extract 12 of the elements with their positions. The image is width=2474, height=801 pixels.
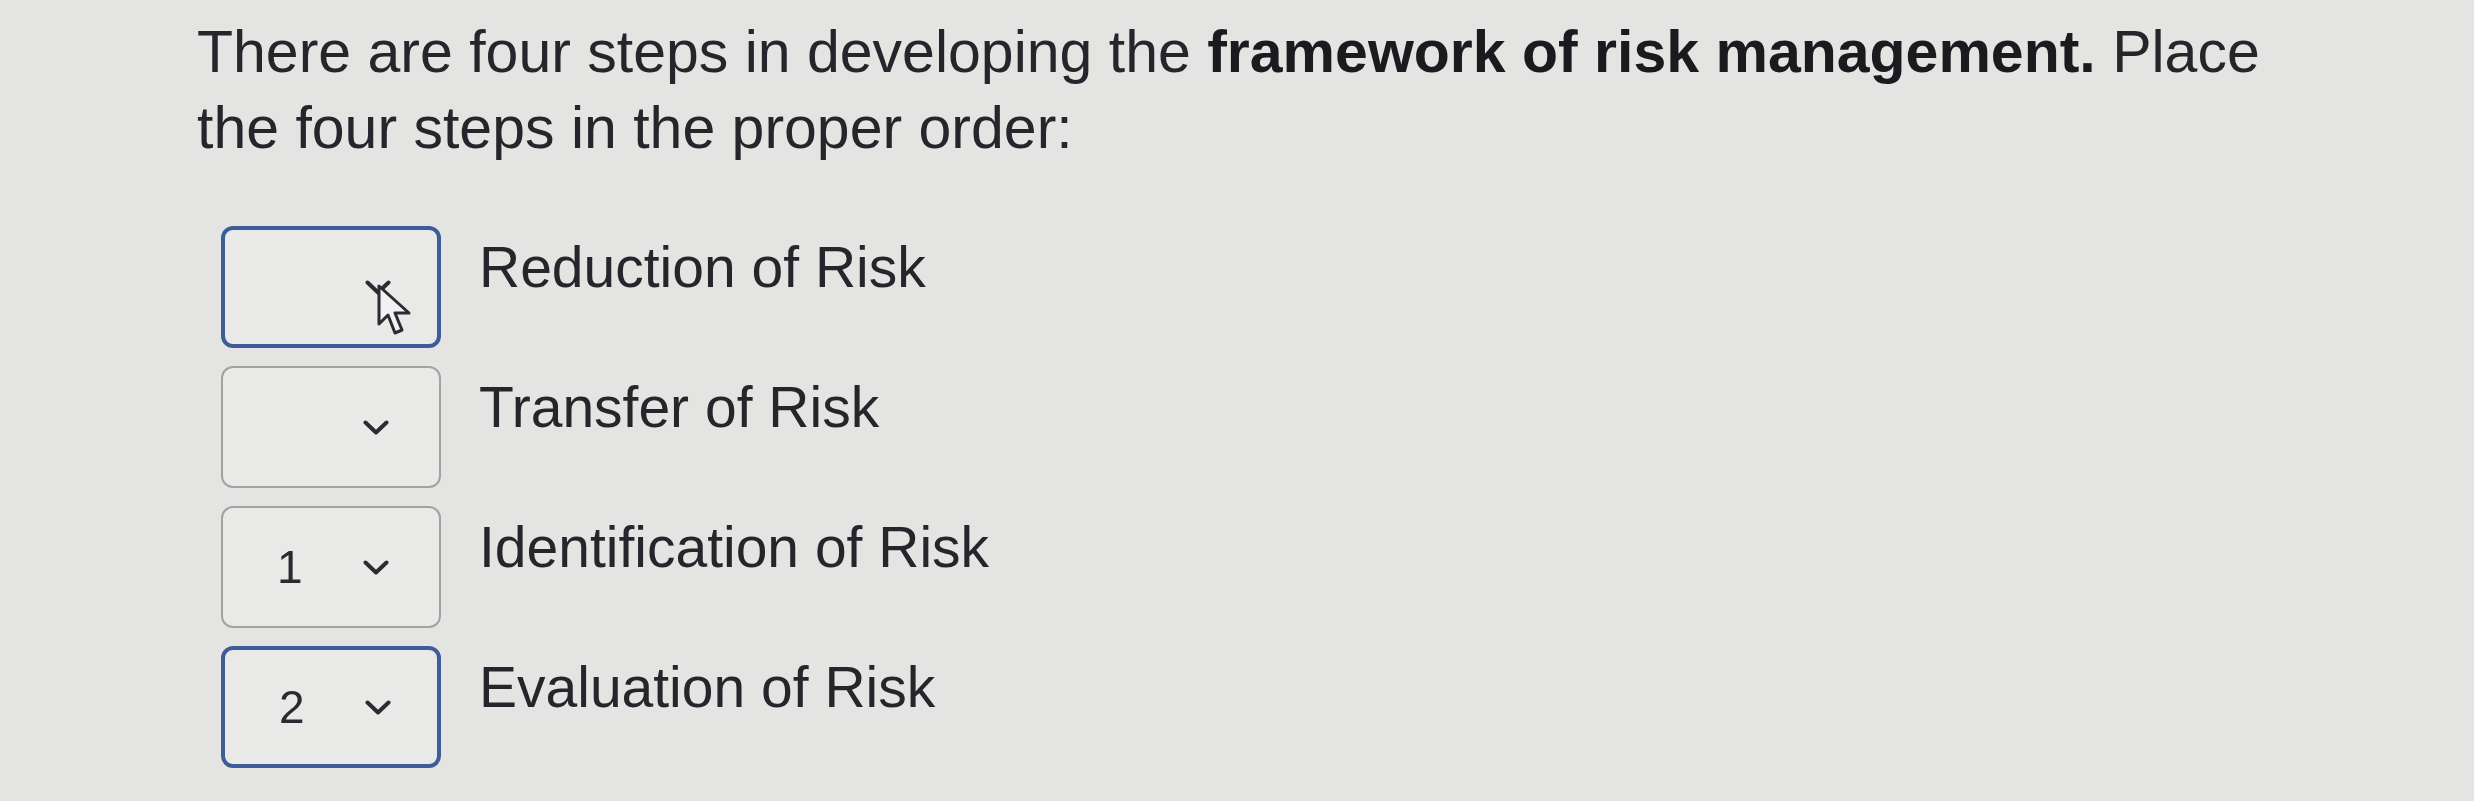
question-text: There are four steps in developing the framework of risk management. Place the four steps in the proper order: <box>197 18 2261 163</box>
chevron-down-icon <box>365 699 391 715</box>
step-label: Reduction of Risk <box>479 234 926 300</box>
step-label: Transfer of Risk <box>479 374 880 440</box>
order-dropdown[interactable]: 1 <box>221 506 441 628</box>
chevron-down-icon <box>365 279 391 295</box>
order-dropdown[interactable]: 2 <box>221 646 441 768</box>
step-label: Identification of Risk <box>479 514 990 580</box>
step-label: Evaluation of Risk <box>479 654 936 720</box>
order-dropdown[interactable] <box>221 226 441 348</box>
chevron-down-icon <box>363 559 389 575</box>
chevron-down-icon <box>363 419 389 435</box>
